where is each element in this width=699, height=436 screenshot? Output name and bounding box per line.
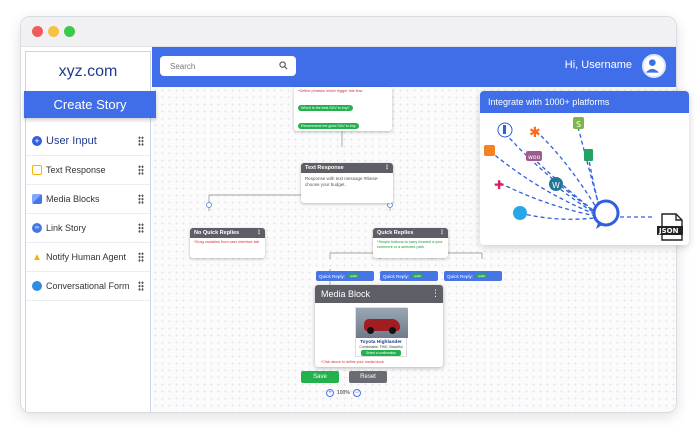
zoom-controls: + 100% − [323,389,364,397]
chip-label: Quick Reply [383,273,408,279]
node-title: Text Response [305,165,344,171]
integrations-title: Integrate with 1000+ platforms [480,91,689,113]
google-sheets-icon [584,149,593,161]
zoom-out-icon[interactable]: − [352,389,361,397]
chip-tag: quick [412,274,424,278]
chip-tag: quick [348,274,360,278]
top-bar: Search Hi, Username [152,47,676,87]
node-note: *Simple buttons to carry forward a your … [377,240,443,249]
search-placeholder: Search [170,62,196,71]
form-circle-icon [32,281,42,291]
svg-text:woo: woo [528,154,541,161]
node-header: No Quick Replies ⋮ [190,228,265,238]
card-action-pill[interactable]: Select a confirmation [361,350,401,356]
text-response-node[interactable]: Text Response ⋮ Response with text messa… [301,163,393,203]
hub-icon [592,199,620,229]
kebab-menu-icon[interactable]: ⋮ [256,229,262,236]
sidebar-item-notify-human-agent[interactable]: ▲ Notify Human Agent [26,243,150,272]
maximize-window-dot[interactable] [64,26,75,37]
sidebar-item-link-story[interactable]: ∞ Link Story [26,214,150,243]
reset-button[interactable]: Reset [349,371,387,383]
svg-text:S: S [576,120,581,129]
create-story-button[interactable]: Create Story [24,91,156,118]
brand-logo: xyz.com [26,52,150,92]
node-header: Quick Replies ⋮ [373,228,448,238]
node-body: Response with text message #Ibese-choose… [305,176,379,187]
slack-icon: ✚ [494,178,504,192]
sidebar-item-label: Conversational Form [46,281,130,291]
node-title: Media Block [321,289,371,299]
kebab-menu-icon[interactable]: ⋮ [439,229,445,236]
intercom-icon [497,122,513,138]
plus-circle-icon: + [32,136,42,146]
user-icon [645,59,659,73]
image-icon [32,194,42,204]
sidebar-item-text-response[interactable]: Text Response [26,156,150,185]
sidebar-item-conversational-form[interactable]: Conversational Form [26,272,150,301]
drag-handle-icon[interactable] [138,194,144,204]
media-note: *Click above to define your media block [321,360,384,364]
drag-handle-icon[interactable] [138,223,144,233]
drag-handle-icon[interactable] [138,252,144,262]
save-button[interactable]: Save [301,371,339,383]
kebab-menu-icon[interactable]: ⋮ [431,288,440,299]
shopify-icon: S [573,117,584,129]
zoom-level: 100% [337,390,350,396]
drag-handle-icon[interactable] [138,136,144,146]
node-note: *Drag variables from user interface tab [194,240,259,244]
media-card[interactable]: Toyota Highlander Comfortable, FWD, Beau… [355,307,408,357]
sidebar-list: + User Input Text Response Media Blocks … [26,127,150,301]
search-input[interactable]: Search [160,56,296,76]
messenger-icon [513,206,527,220]
avatar[interactable] [642,54,666,78]
sidebar-item-media-blocks[interactable]: Media Blocks [26,185,150,214]
chip-label: Quick Reply [319,273,344,279]
svg-text:✚: ✚ [494,178,504,192]
close-window-dot[interactable] [32,26,43,37]
svg-text:W: W [552,181,560,190]
woocommerce-icon: woo [526,151,542,161]
media-block-node[interactable]: Media Block ⋮ Toyota Highlander Comforta… [315,285,443,367]
trigger-note: *Define phrases which trigger this flow [298,89,363,93]
sidebar-item-user-input[interactable]: + User Input [26,127,150,156]
user-greeting: Hi, Username [564,59,632,71]
phrase-pill[interactable]: Which is the best SUV to buy? [298,104,353,111]
car-image [356,308,408,338]
sidebar-item-label: Notify Human Agent [46,252,127,262]
wordpress-icon: W [549,177,563,191]
zapier-icon: ✱ [529,125,541,141]
sidebar-item-label: Text Response [46,165,106,175]
drag-handle-icon[interactable] [138,165,144,175]
quick-replies-node[interactable]: Quick Replies ⋮ *Simple buttons to carry… [373,228,448,258]
node-header: Media Block ⋮ [315,285,443,303]
link-icon: ∞ [32,223,42,233]
phrase-pill[interactable]: Recommend me good SUV to buy [298,122,359,129]
json-file-icon: JSON [657,213,683,241]
search-icon[interactable] [279,61,288,70]
sidebar-item-label: Media Blocks [46,194,100,204]
json-label: JSON [658,227,679,235]
bell-icon: ▲ [32,251,42,263]
quick-reply-chip[interactable]: Quick Reply: quick [380,271,438,281]
node-title: No Quick Replies [194,230,240,236]
quick-reply-chip[interactable]: Quick Reply: quick [316,271,374,281]
rss-icon [484,145,495,156]
no-quick-replies-node[interactable]: No Quick Replies ⋮ *Drag variables from … [190,228,265,258]
node-header: Text Response ⋮ [301,163,393,173]
sidebar-item-label: User Input [46,135,97,147]
minimize-window-dot[interactable] [48,26,59,37]
text-square-icon [32,165,42,175]
sidebar-item-label: Link Story [46,223,87,233]
node-title: Quick Replies [377,230,414,236]
trigger-node[interactable]: *Define phrases which trigger this flow … [294,87,392,131]
svg-text:✱: ✱ [529,125,541,141]
kebab-menu-icon[interactable]: ⋮ [384,164,390,171]
window-titlebar [21,17,676,47]
card-subtitle: Comfortable, FWD, Beautiful [359,345,403,349]
zoom-in-icon[interactable]: + [326,389,334,397]
drag-handle-icon[interactable] [138,281,144,291]
